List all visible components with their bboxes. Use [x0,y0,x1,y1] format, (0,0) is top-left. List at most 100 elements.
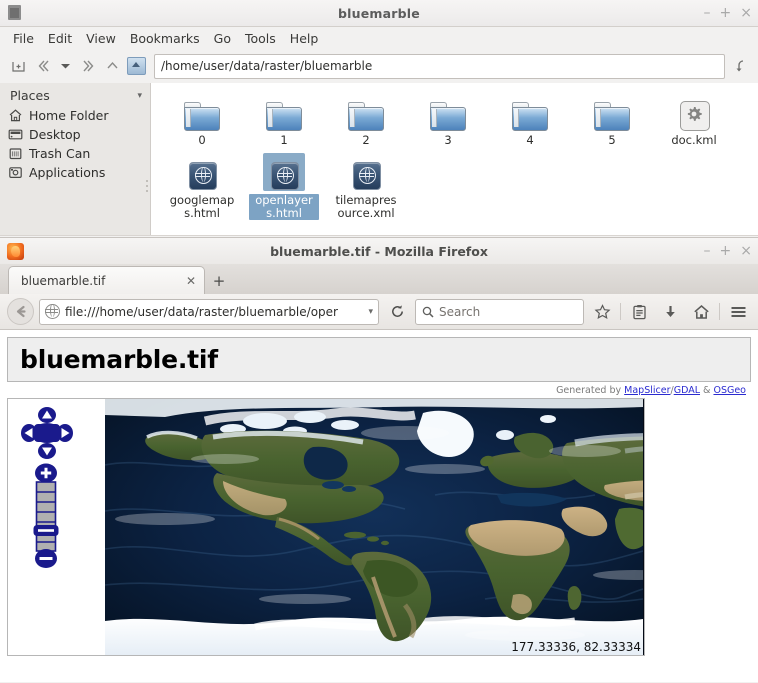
menu-go[interactable]: Go [207,29,238,48]
home-icon[interactable] [125,53,149,79]
browser-tabstrip: bluemarble.tif ✕ + [0,264,758,294]
map-coordinates: 177.33336, 82.33334 [511,640,641,654]
file-manager-title: bluemarble [338,5,420,21]
map-container: 177.33336, 82.33334 [7,398,751,656]
file-item-label: 2 [362,133,370,147]
file-manager-window-buttons: – + × [704,0,752,26]
web-page-content: bluemarble.tif Generated by MapSlicer/GD… [0,330,758,682]
generated-by-credit: Generated by MapSlicer/GDAL & OSGeo [7,382,751,398]
url-dropdown-icon[interactable]: ▾ [368,307,373,317]
forward-icon[interactable] [75,53,99,79]
file-item-folder-0[interactable]: 0 [161,89,243,149]
file-item-folder-2[interactable]: 2 [325,89,407,149]
maximize-button[interactable]: + [720,244,732,258]
minimize-button[interactable]: – [704,244,711,258]
sidebar-item-label: Trash Can [29,146,91,161]
credit-sep-2: & [700,385,714,396]
kml-gear-icon [673,93,715,131]
mapslicer-link[interactable]: MapSlicer [624,385,670,396]
browser-titlebar: bluemarble.tif - Mozilla Firefox – + × [0,238,758,264]
zoom-control[interactable] [31,463,61,571]
maximize-button[interactable]: + [720,6,732,20]
home-icon[interactable] [688,299,714,325]
back-icon[interactable] [31,53,55,79]
file-manager-toolbar: /home/user/data/raster/bluemarble [0,49,758,83]
osgeo-link[interactable]: OSGeo [713,385,746,396]
html-globe-icon [263,153,305,191]
file-item-tilemapresource-xml[interactable]: tilemapresource.xml [325,149,407,222]
reload-icon[interactable] [384,299,410,325]
path-input[interactable]: /home/user/data/raster/bluemarble [154,53,725,79]
html-globe-icon [181,153,223,191]
up-icon[interactable] [100,53,124,79]
reader-list-icon[interactable] [626,299,652,325]
file-item-label: 4 [526,133,534,147]
download-arrow-icon[interactable] [657,299,683,325]
close-button[interactable]: × [740,6,752,20]
file-item-folder-1[interactable]: 1 [243,89,325,149]
folder-icon [6,4,24,22]
places-header[interactable]: Places ▾ [0,86,150,106]
menu-file[interactable]: File [6,29,41,48]
search-input[interactable]: Search [415,298,584,325]
sidebar-item-label: Applications [29,165,106,180]
star-icon[interactable] [589,299,615,325]
trash-icon [8,146,23,161]
sidebar-item-applications[interactable]: Applications [0,163,150,182]
file-item-label: openlayers.html [249,194,319,220]
new-tab-icon[interactable] [6,53,30,79]
search-icon [422,306,434,318]
hamburger-menu-icon[interactable] [725,299,751,325]
file-manager-menubar: File Edit View Bookmarks Go Tools Help [0,27,758,49]
file-item-label: tilemapresource.xml [335,193,397,220]
file-item-folder-5[interactable]: 5 [571,89,653,149]
minimize-button[interactable]: – [704,6,711,20]
page-header: bluemarble.tif [7,337,751,382]
browser-title: bluemarble.tif - Mozilla Firefox [270,243,488,259]
browser-window: bluemarble.tif - Mozilla Firefox – + × b… [0,237,758,683]
map-viewport[interactable]: 177.33336, 82.33334 [105,398,645,656]
tab-label: bluemarble.tif [21,273,106,288]
url-input[interactable]: file:///home/user/data/raster/bluemarble… [39,298,379,325]
file-item-openlayers-html[interactable]: openlayers.html [243,149,325,222]
new-tab-button[interactable]: + [205,267,233,294]
file-item-folder-4[interactable]: 4 [489,89,571,149]
file-item-folder-3[interactable]: 3 [407,89,489,149]
places-sidebar: Places ▾ Home Folder Desktop Trash Can A… [0,83,151,235]
chevron-down-icon[interactable]: ▾ [137,91,142,101]
toolbar-separator [719,303,720,320]
close-button[interactable]: × [740,244,752,258]
folder-icon [591,93,633,131]
page-title: bluemarble.tif [20,345,218,374]
desktop-icon [8,127,23,142]
menu-tools[interactable]: Tools [238,29,283,48]
file-manager-titlebar: bluemarble – + × [0,0,758,27]
map-control-panel [7,398,105,656]
back-arrow-icon[interactable] [7,298,34,325]
sidebar-item-home-folder[interactable]: Home Folder [0,106,150,125]
file-item-doc-kml[interactable]: doc.kml [653,89,735,149]
toolbar-separator [620,303,621,320]
sidebar-item-label: Desktop [29,127,81,142]
search-placeholder: Search [439,304,481,319]
menu-bookmarks[interactable]: Bookmarks [123,29,207,48]
sidebar-item-desktop[interactable]: Desktop [0,125,150,144]
folder-icon [427,93,469,131]
sidebar-resize-grip[interactable] [144,175,149,197]
menu-edit[interactable]: Edit [41,29,79,48]
path-go-icon[interactable] [728,53,752,79]
gdal-link[interactable]: GDAL [674,385,700,396]
tab-close-icon[interactable]: ✕ [186,274,196,288]
tab-bluemarble-tif[interactable]: bluemarble.tif ✕ [8,266,205,294]
file-list-area[interactable]: 0 1 2 3 4 5 doc.kml googlemaps.html open… [151,83,758,235]
file-item-googlemaps-html[interactable]: googlemaps.html [161,149,243,222]
sidebar-item-trash-can[interactable]: Trash Can [0,144,150,163]
screen-root: bluemarble – + × File Edit View Bookmark… [0,0,758,683]
sidebar-item-label: Home Folder [29,108,109,123]
folder-icon [181,93,223,131]
history-dropdown-icon[interactable] [56,53,74,79]
menu-view[interactable]: View [79,29,123,48]
menu-help[interactable]: Help [283,29,326,48]
pan-control[interactable] [21,407,73,459]
page-globe-icon [44,303,60,319]
